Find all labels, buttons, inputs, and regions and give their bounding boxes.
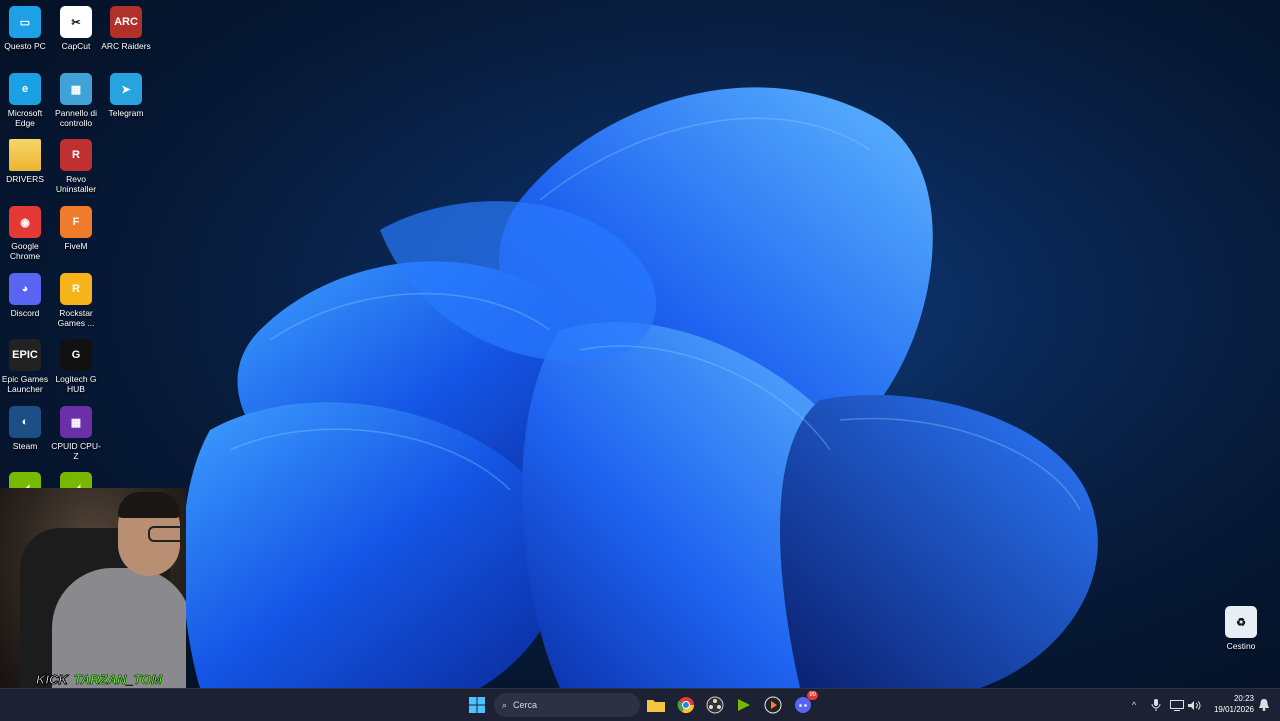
folder-icon: [9, 139, 41, 171]
discord-taskbar-icon[interactable]: 99: [791, 691, 818, 717]
kick-overlay: KICK TARZAN_TOM: [36, 670, 163, 688]
edge-icon: e: [9, 73, 41, 105]
webcam-overlay: [0, 488, 186, 688]
cpuz-icon: ▦: [60, 406, 92, 438]
search-box[interactable]: ⌕ Cerca: [494, 693, 640, 717]
file-explorer-icon[interactable]: [644, 693, 668, 717]
desktop-icon-label: Steam: [12, 441, 38, 451]
revo-icon: R: [60, 139, 92, 171]
discord-icon: ◕: [9, 273, 41, 305]
desktop-icon-monitor[interactable]: ▭ Questo PC: [0, 6, 50, 51]
network-icon[interactable]: [1168, 689, 1186, 721]
clock-date: 19/01/2026: [1213, 705, 1254, 714]
desktop-icon-arc-raiders[interactable]: ARC ARC Raiders: [101, 6, 151, 51]
control-panel-icon: ▦: [60, 73, 92, 105]
desktop-icon-discord[interactable]: ◕ Discord: [0, 273, 50, 318]
search-placeholder: Cerca: [513, 700, 538, 710]
monitor-icon: ▭: [9, 6, 41, 38]
desktop-icon-label: CPUID CPU-Z: [51, 441, 101, 461]
desktop-icon-edge[interactable]: e Microsoft Edge: [0, 73, 50, 128]
taskbar: ⌕ Cerca 99 ^ 20:23 19/01/2026: [0, 688, 1280, 721]
desktop-icon-label: Google Chrome: [9, 241, 41, 261]
logitech-icon: G: [60, 339, 92, 371]
desktop-icon-label: Rockstar Games ...: [57, 308, 95, 328]
obs-taskbar-icon[interactable]: [703, 693, 727, 717]
recycle-bin-icon: ♻: [1225, 606, 1257, 638]
desktop-icon-capcut[interactable]: ✂ CapCut: [51, 6, 101, 51]
nvidia-broadcast-taskbar-icon[interactable]: [732, 693, 756, 717]
desktop-icon-label: Pannello di controllo: [54, 108, 98, 128]
capcut-icon: ✂: [60, 6, 92, 38]
person-hair: [118, 492, 180, 518]
chrome-icon[interactable]: [674, 693, 698, 717]
clock-time: 20:23: [1233, 694, 1254, 703]
show-hidden-icons[interactable]: ^: [1126, 689, 1142, 721]
desktop-icon-label: CapCut: [61, 41, 91, 51]
steam-icon: ◐: [9, 406, 41, 438]
kick-logo: KICK: [36, 671, 69, 687]
desktop-icon-steam[interactable]: ◐ Steam: [0, 406, 50, 451]
desktop-icon-telegram[interactable]: ➤ Telegram: [101, 73, 151, 118]
desktop-icon-label: Revo Uninstaller: [55, 174, 97, 194]
glasses: [148, 526, 186, 542]
desktop-icon-chrome[interactable]: ◉ Google Chrome: [0, 206, 50, 261]
desktop-icon-epic-games[interactable]: EPIC Epic Games Launcher: [0, 339, 50, 394]
desktop-icon-rockstar[interactable]: R Rockstar Games ...: [51, 273, 101, 328]
epic-games-icon: EPIC: [9, 339, 41, 371]
desktop-icon-label: Questo PC: [4, 41, 46, 51]
desktop-icon-label: ARC Raiders: [101, 41, 151, 51]
arc-raiders-icon: ARC: [110, 6, 142, 38]
desktop-icon-label: FiveM: [64, 241, 88, 251]
desktop-icon-folder[interactable]: DRIVERS: [0, 139, 50, 184]
desktop-icon-label: Microsoft Edge: [7, 108, 43, 128]
channel-name: TARZAN_TOM: [73, 671, 163, 687]
desktop-icon-fivem[interactable]: F FiveM: [51, 206, 101, 251]
discord-badge: 99: [807, 691, 818, 700]
telegram-icon: ➤: [110, 73, 142, 105]
fivem-icon: F: [60, 206, 92, 238]
wallpaper-bloom: [182, 87, 1098, 688]
microphone-icon[interactable]: [1148, 689, 1164, 721]
desktop-icon-revo[interactable]: R Revo Uninstaller: [51, 139, 101, 194]
notification-bell-icon[interactable]: [1256, 689, 1272, 721]
rockstar-icon: R: [60, 273, 92, 305]
desktop-icon-label: Discord: [10, 308, 40, 318]
desktop-icon-logitech[interactable]: G Logitech G HUB: [51, 339, 101, 394]
chrome-icon: ◉: [9, 206, 41, 238]
search-icon: ⌕: [502, 699, 508, 710]
desktop-icon-label: Logitech G HUB: [55, 374, 97, 394]
desktop-icon-cpuz[interactable]: ▦ CPUID CPU-Z: [51, 406, 101, 461]
desktop-icon-label: Cestino: [1226, 641, 1256, 651]
volume-icon[interactable]: [1186, 689, 1202, 721]
desktop-icon-recycle-bin[interactable]: ♻ Cestino: [1216, 606, 1266, 651]
media-player-icon[interactable]: [761, 693, 785, 717]
desktop-icon-label: DRIVERS: [6, 174, 44, 184]
desktop-icon-label: Epic Games Launcher: [1, 374, 49, 394]
start-icon[interactable]: [465, 693, 489, 717]
desktop-icon-control-panel[interactable]: ▦ Pannello di controllo: [51, 73, 101, 128]
desktop-icon-label: Telegram: [108, 108, 144, 118]
clock[interactable]: 20:23 19/01/2026: [1204, 693, 1254, 715]
